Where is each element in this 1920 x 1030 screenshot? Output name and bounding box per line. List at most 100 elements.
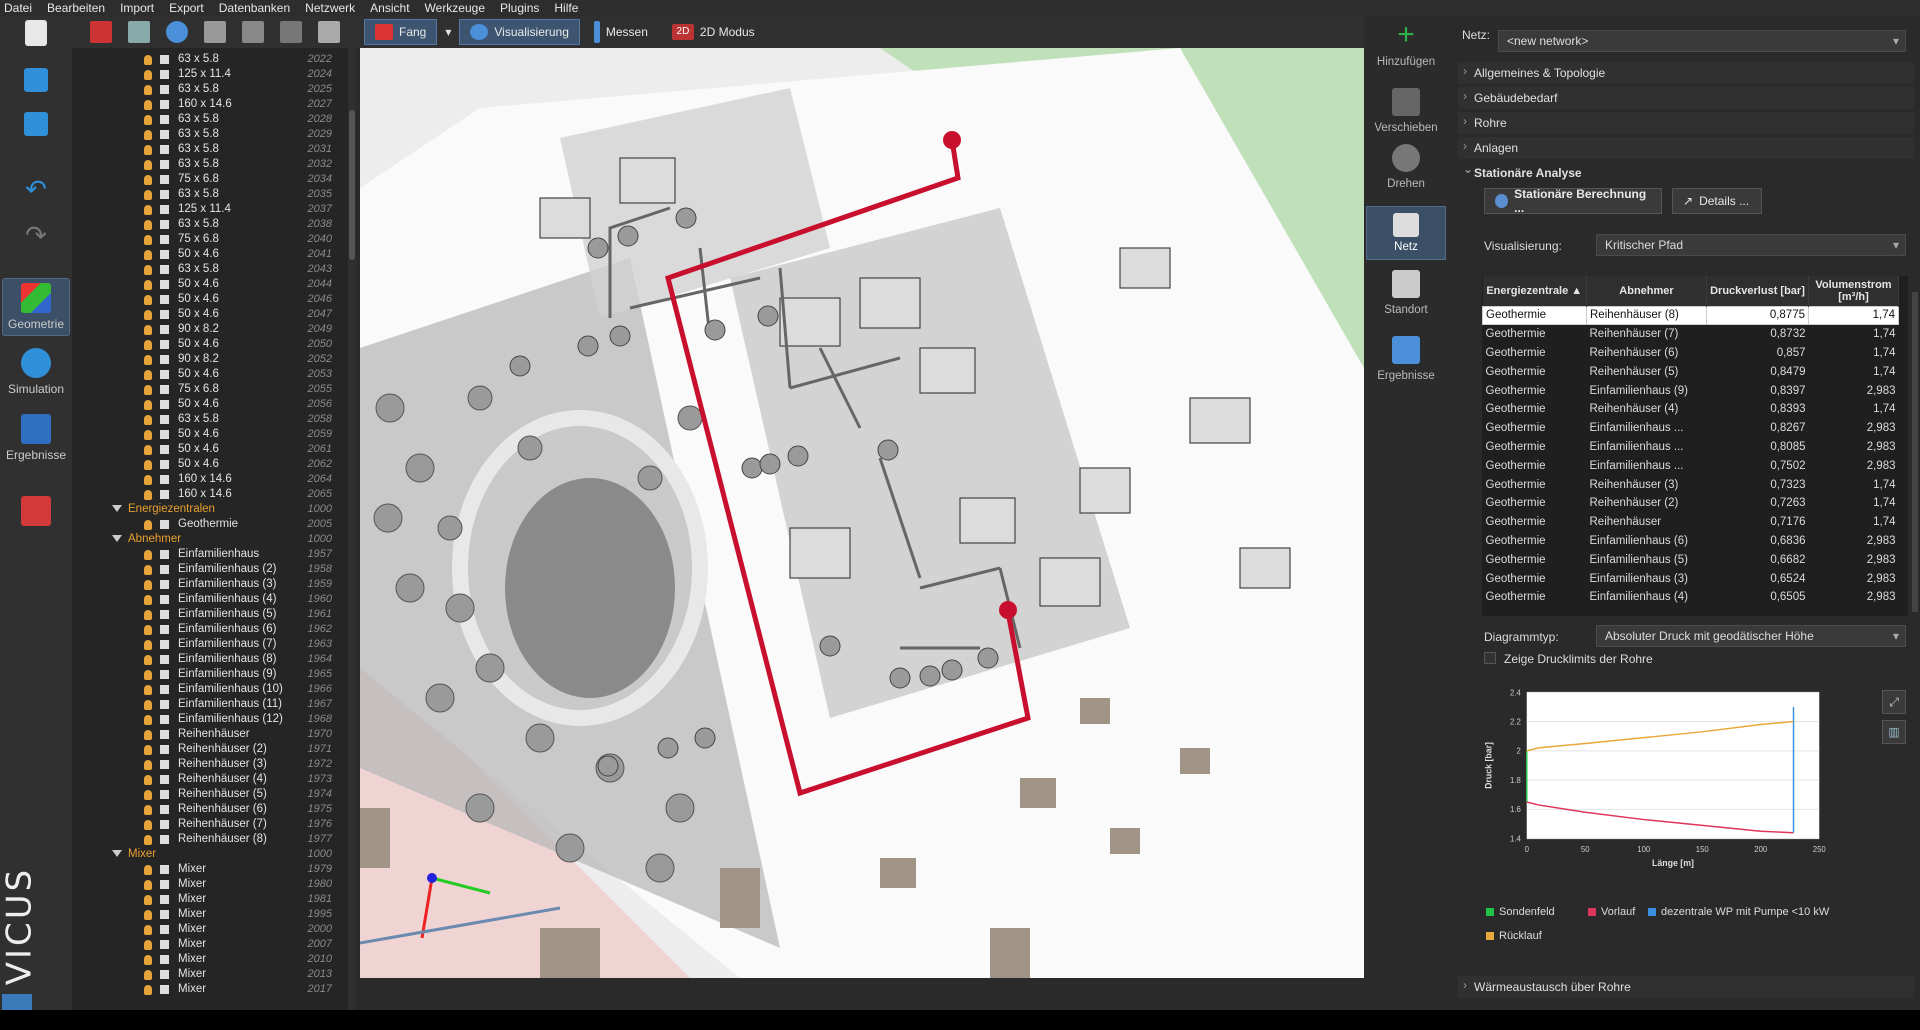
visibility-bulb-icon[interactable] [144,655,152,665]
tree-group[interactable]: Mixer 1000 [72,847,344,862]
visibility-bulb-icon[interactable] [144,970,152,980]
save-button[interactable] [2,112,70,140]
visibility-bulb-icon[interactable] [144,745,152,755]
item-checkbox[interactable] [160,760,169,769]
pointer-icon[interactable] [318,21,340,43]
menu-item[interactable]: Datei [4,1,32,15]
tree-item[interactable]: 50 x 4.6 2059 [72,427,344,442]
table-row[interactable]: Geothermie Reihenhäuser (3) 0,7323 1,74 [1483,475,1899,494]
visibility-bulb-icon[interactable] [144,925,152,935]
tree-item[interactable]: 90 x 8.2 2052 [72,352,344,367]
visibility-bulb-icon[interactable] [144,175,152,185]
tree-item[interactable]: Reihenhäuser (6) 1975 [72,802,344,817]
tree-item[interactable]: 50 x 4.6 2056 [72,397,344,412]
visibility-bulb-icon[interactable] [144,910,152,920]
tree-item[interactable]: Mixer 2007 [72,937,344,952]
visualization-button[interactable]: Visualisierung [459,19,580,45]
tree-item[interactable]: Einfamilienhaus (11) 1967 [72,697,344,712]
visibility-bulb-icon[interactable] [144,640,152,650]
item-checkbox[interactable] [160,520,169,529]
tree-item[interactable]: 160 x 14.6 2064 [72,472,344,487]
tree-item[interactable]: Einfamilienhaus (2) 1958 [72,562,344,577]
table-row[interactable]: Geothermie Reihenhäuser 0,7176 1,74 [1483,513,1899,532]
item-checkbox[interactable] [160,280,169,289]
tree-item[interactable]: 50 x 4.6 2053 [72,367,344,382]
tree-item[interactable]: 63 x 5.8 2025 [72,82,344,97]
table-row[interactable]: Geothermie Einfamilienhaus ... 0,8085 2,983 [1483,438,1899,457]
tree-item[interactable]: Reihenhäuser (2) 1971 [72,742,344,757]
item-checkbox[interactable] [160,175,169,184]
visibility-bulb-icon[interactable] [144,430,152,440]
table-row[interactable]: Geothermie Reihenhäuser (4) 0,8393 1,74 [1483,400,1899,419]
item-checkbox[interactable] [160,460,169,469]
visibility-bulb-icon[interactable] [144,565,152,575]
visibility-bulb-icon[interactable] [144,895,152,905]
section-heat-exchange[interactable]: Wärmeaustausch über Rohre [1458,976,1914,998]
measure-button[interactable]: Messen [584,19,658,45]
table-row[interactable]: Geothermie Einfamilienhaus (5) 0,6682 2,983 [1483,550,1899,569]
item-checkbox[interactable] [160,85,169,94]
visibility-bulb-icon[interactable] [144,355,152,365]
item-checkbox[interactable] [160,250,169,259]
tree-item[interactable]: 50 x 4.6 2046 [72,292,344,307]
tree-item[interactable]: Einfamilienhaus (9) 1965 [72,667,344,682]
2d-mode-button[interactable]: 2D 2D Modus [662,19,765,45]
menu-item[interactable]: Ansicht [370,1,409,15]
item-checkbox[interactable] [160,985,169,994]
delete-icon[interactable] [90,21,112,43]
visibility-bulb-icon[interactable] [144,220,152,230]
item-checkbox[interactable] [160,805,169,814]
table-scrollbar[interactable] [1912,292,1918,612]
visibility-bulb-icon[interactable] [144,475,152,485]
col-energy-center[interactable]: Energiezentrale ▲ [1482,276,1587,306]
tree-item[interactable]: 50 x 4.6 2041 [72,247,344,262]
tree-item[interactable]: Einfamilienhaus 1957 [72,547,344,562]
item-checkbox[interactable] [160,685,169,694]
section-general-topology[interactable]: Allgemeines & Topologie [1458,62,1914,84]
tree-item[interactable]: Einfamilienhaus (10) 1966 [72,682,344,697]
visibility-bulb-icon[interactable] [144,805,152,815]
item-checkbox[interactable] [160,610,169,619]
location-button[interactable]: Standort [1366,270,1446,316]
tree-item[interactable]: 90 x 8.2 2049 [72,322,344,337]
item-checkbox[interactable] [160,295,169,304]
tree-item[interactable]: Reihenhäuser (8) 1977 [72,832,344,847]
item-checkbox[interactable] [160,70,169,79]
table-row[interactable]: Geothermie Einfamilienhaus (4) 0,6505 2,983 [1483,588,1899,607]
col-volume-flow[interactable]: Volumenstrom [m³/h] [1808,276,1899,306]
tree-item[interactable]: Mixer 1979 [72,862,344,877]
menu-item[interactable]: Export [169,1,204,15]
snap-dropdown[interactable]: ▾ [441,19,455,45]
network-button[interactable]: Netz [1366,206,1446,260]
item-checkbox[interactable] [160,310,169,319]
table-row[interactable]: Geothermie Reihenhäuser (7) 0,8732 1,74 [1483,325,1899,344]
tree-item[interactable]: Mixer 1980 [72,877,344,892]
list-icon[interactable] [280,21,302,43]
item-checkbox[interactable] [160,385,169,394]
item-checkbox[interactable] [160,655,169,664]
path-end-node[interactable] [999,601,1017,619]
item-checkbox[interactable] [160,565,169,574]
item-checkbox[interactable] [160,235,169,244]
tree-item[interactable]: Einfamilienhaus (5) 1961 [72,607,344,622]
item-checkbox[interactable] [160,580,169,589]
visibility-bulb-icon[interactable] [144,610,152,620]
visibility-bulb-icon[interactable] [144,730,152,740]
item-checkbox[interactable] [160,115,169,124]
scene-canvas[interactable] [360,48,1364,978]
table-row[interactable]: Geothermie Reihenhäuser (2) 0,7263 1,74 [1483,494,1899,513]
item-checkbox[interactable] [160,775,169,784]
visibility-bulb-icon[interactable] [144,625,152,635]
item-checkbox[interactable] [160,880,169,889]
item-checkbox[interactable] [160,490,169,499]
scene-viewport[interactable] [360,48,1364,978]
tree-item[interactable]: 75 x 6.8 2040 [72,232,344,247]
chart-settings-button[interactable]: ▥ [1882,720,1906,744]
tree-item[interactable]: 50 x 4.6 2062 [72,457,344,472]
geometry-tab[interactable]: Geometrie [2,278,70,336]
menu-item[interactable]: Netzwerk [305,1,355,15]
visibility-bulb-icon[interactable] [144,55,152,65]
item-checkbox[interactable] [160,895,169,904]
tree-item[interactable]: Mixer 2013 [72,967,344,982]
tree-item[interactable]: Reihenhäuser 1970 [72,727,344,742]
